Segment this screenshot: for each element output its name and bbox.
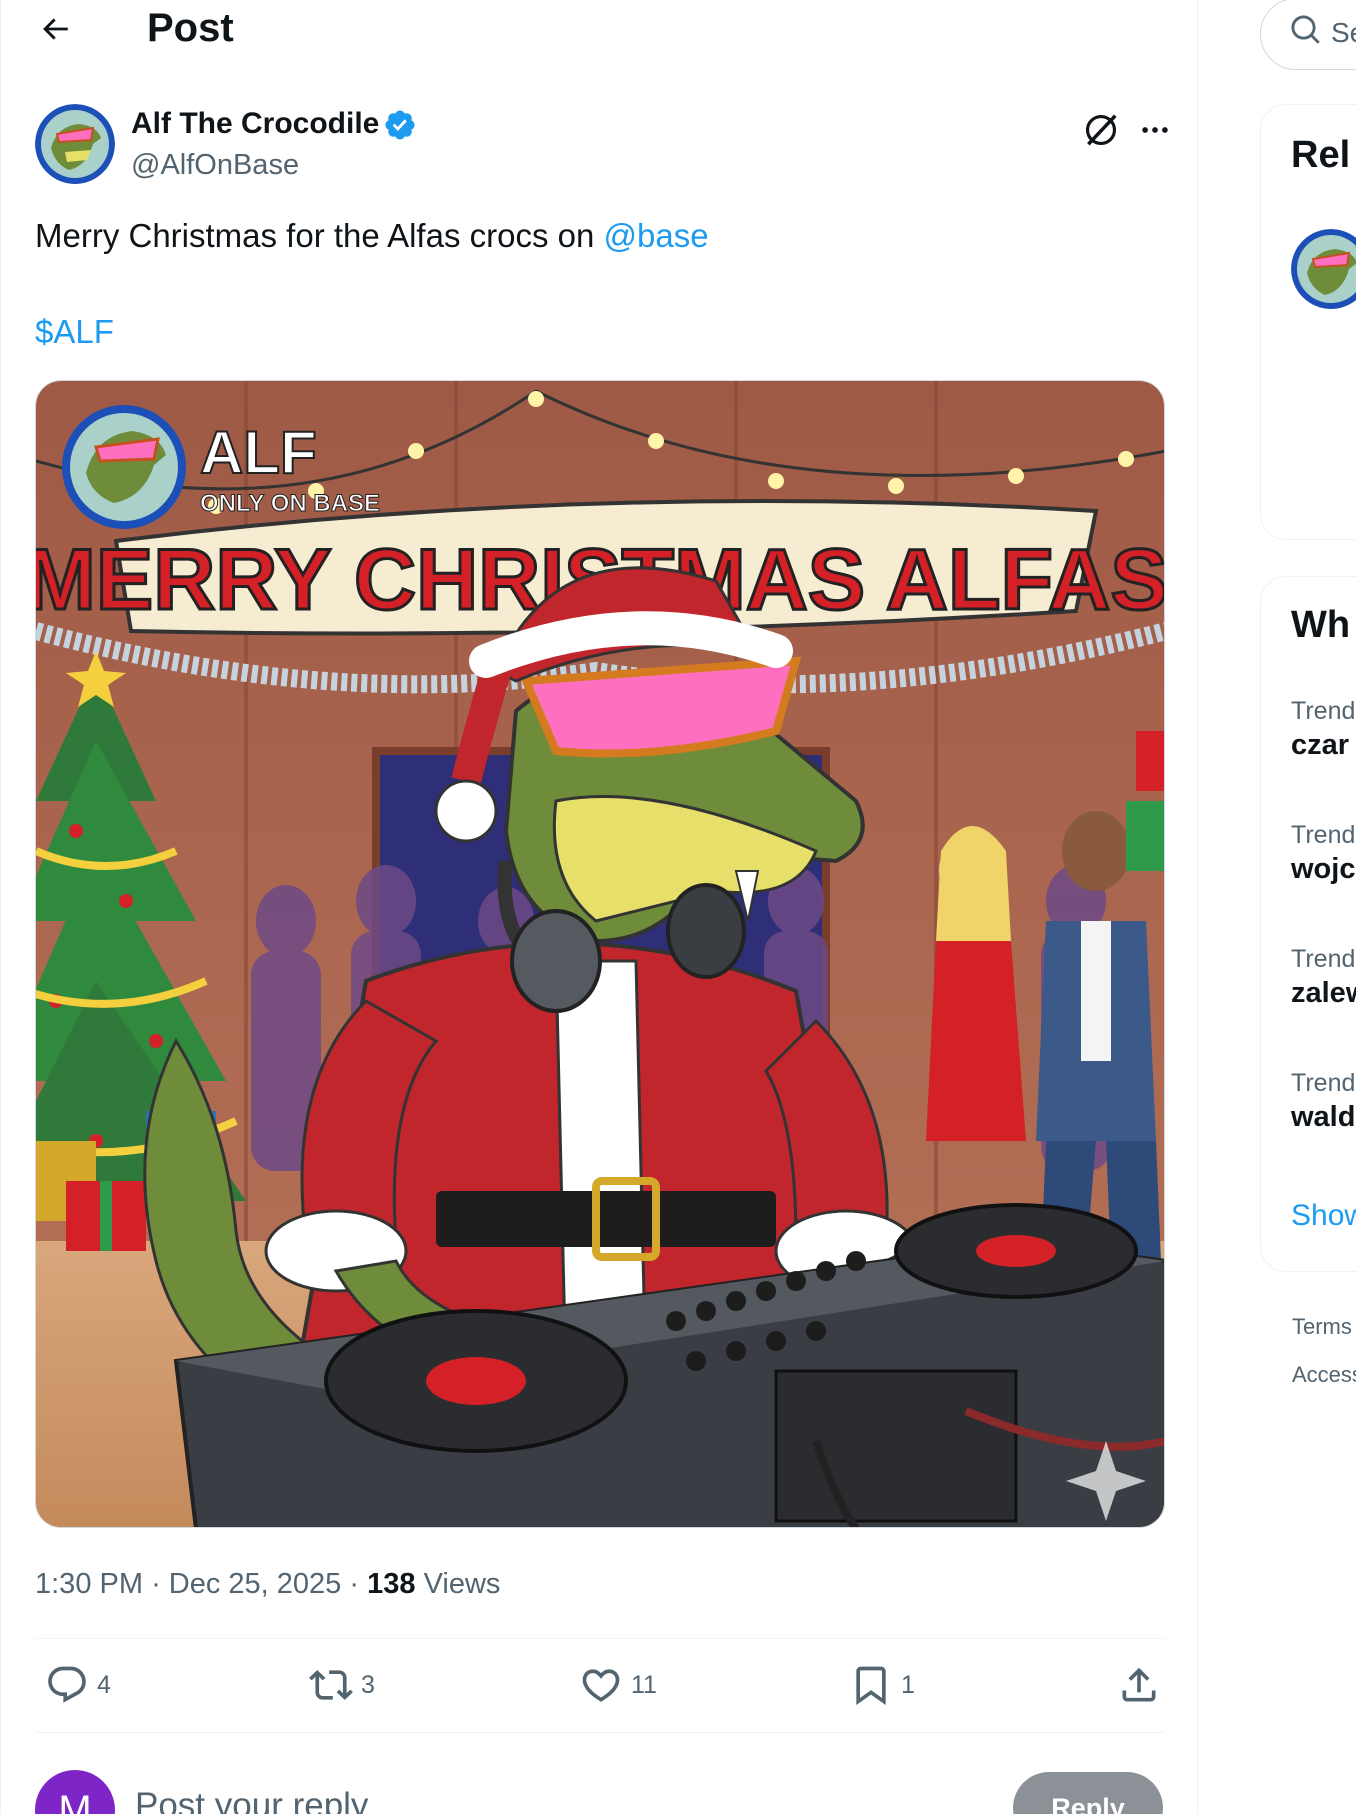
post-actions-bar: 4 3 11 1 (35, 1640, 1165, 1732)
post-image[interactable]: MERRY CHRISTMAS ALFAS (35, 380, 1165, 1528)
logo-subtitle: ONLY ON BASE (200, 490, 380, 517)
search-placeholder: Se (1331, 17, 1356, 48)
divider (35, 1638, 1165, 1639)
reply-submit-button[interactable]: Reply (1013, 1772, 1163, 1814)
cashtag-link[interactable]: $ALF (35, 310, 114, 354)
arrow-left-icon (43, 18, 68, 40)
page-header: Post (1, 0, 1199, 58)
trend-label: Trend (1291, 945, 1356, 973)
more-options-button[interactable] (1129, 104, 1181, 156)
page-title: Post (147, 6, 234, 50)
meta-separator: · (349, 1568, 360, 1600)
bookmark-button[interactable]: 1 (849, 1660, 915, 1710)
share-button[interactable] (1117, 1660, 1161, 1710)
author-handle[interactable]: @AlfOnBase (131, 148, 299, 182)
whats-happening-title: Wh (1291, 604, 1351, 646)
terms-link[interactable]: Terms (1292, 1314, 1352, 1340)
trend-item[interactable]: Trend zalew (1291, 943, 1356, 1011)
ellipsis-icon (1142, 127, 1168, 133)
trend-label: Trend (1291, 1069, 1356, 1097)
search-icon (1291, 15, 1320, 44)
search-input[interactable]: Se (1260, 0, 1356, 70)
like-button[interactable]: 11 (579, 1660, 657, 1710)
bookmark-icon (856, 1666, 886, 1706)
whats-happening-card: Wh Trend czar Trend wojc Trend zalew Tre… (1260, 576, 1356, 1272)
repost-icon (309, 1670, 353, 1700)
reply-input[interactable]: Post your reply (135, 1784, 368, 1814)
back-button[interactable] (31, 5, 79, 53)
post-meta: 1:30 PM · Dec 25, 2025 · 138 Views (35, 1564, 500, 1604)
post-text-body: Merry Christmas for the Alfas crocs on (35, 217, 604, 254)
post-author: Alf The Crocodile @AlfOnBase (35, 104, 1168, 184)
trend-name: wald (1291, 1101, 1356, 1133)
author-display-name[interactable]: Alf The Crocodile (131, 106, 379, 142)
trend-label: Trend (1291, 821, 1356, 849)
relevant-people-card: Rel (1260, 104, 1356, 540)
grok-button[interactable] (1075, 104, 1127, 156)
trend-label: Trend (1291, 697, 1356, 725)
show-more-link[interactable]: Show (1291, 1199, 1356, 1233)
reply-icon (48, 1666, 86, 1703)
like-count: 11 (631, 1670, 657, 1699)
meta-separator: · (151, 1568, 161, 1600)
primary-column: Post Alf The Crocodile @AlfOnBase Merry … (0, 0, 1198, 1814)
reply-composer: M Post your reply Reply (35, 1770, 1165, 1814)
trend-item[interactable]: Trend wald (1291, 1067, 1356, 1135)
share-icon (1122, 1667, 1156, 1702)
logo-title: ALF (200, 419, 317, 486)
views-count: 138 (367, 1568, 416, 1600)
post-time[interactable]: 1:30 PM (35, 1568, 143, 1600)
relevant-avatar[interactable] (1291, 229, 1356, 309)
author-avatar[interactable] (35, 104, 115, 184)
christmas-dj-illustration: MERRY CHRISTMAS ALFAS (36, 381, 1164, 1527)
relevant-people-title: Rel (1291, 134, 1351, 176)
post-date[interactable]: Dec 25, 2025 (169, 1568, 342, 1600)
trend-item[interactable]: Trend wojc (1291, 819, 1356, 887)
reply-button[interactable]: 4 (45, 1660, 111, 1710)
trend-name: wojc (1291, 853, 1356, 885)
repost-count: 3 (361, 1670, 375, 1699)
grok-icon (1085, 114, 1117, 146)
bookmark-count: 1 (901, 1670, 915, 1699)
right-sidebar: Se Rel Wh Trend czar Trend wojc Trend za… (1198, 0, 1356, 1814)
views-label: Views (423, 1568, 501, 1600)
trend-item[interactable]: Trend czar (1291, 695, 1356, 763)
trend-name: zalew (1291, 977, 1356, 1009)
mention-link[interactable]: @base (604, 217, 709, 254)
post-text: Merry Christmas for the Alfas crocs on @… (35, 214, 709, 258)
trend-name: czar (1291, 729, 1350, 761)
heart-icon (582, 1669, 620, 1702)
accessibility-link[interactable]: Access (1292, 1362, 1356, 1388)
reply-count: 4 (97, 1670, 111, 1699)
repost-button[interactable]: 3 (309, 1660, 375, 1710)
user-avatar[interactable]: M (35, 1770, 115, 1814)
divider (35, 1732, 1165, 1733)
verified-badge-icon (385, 110, 415, 140)
